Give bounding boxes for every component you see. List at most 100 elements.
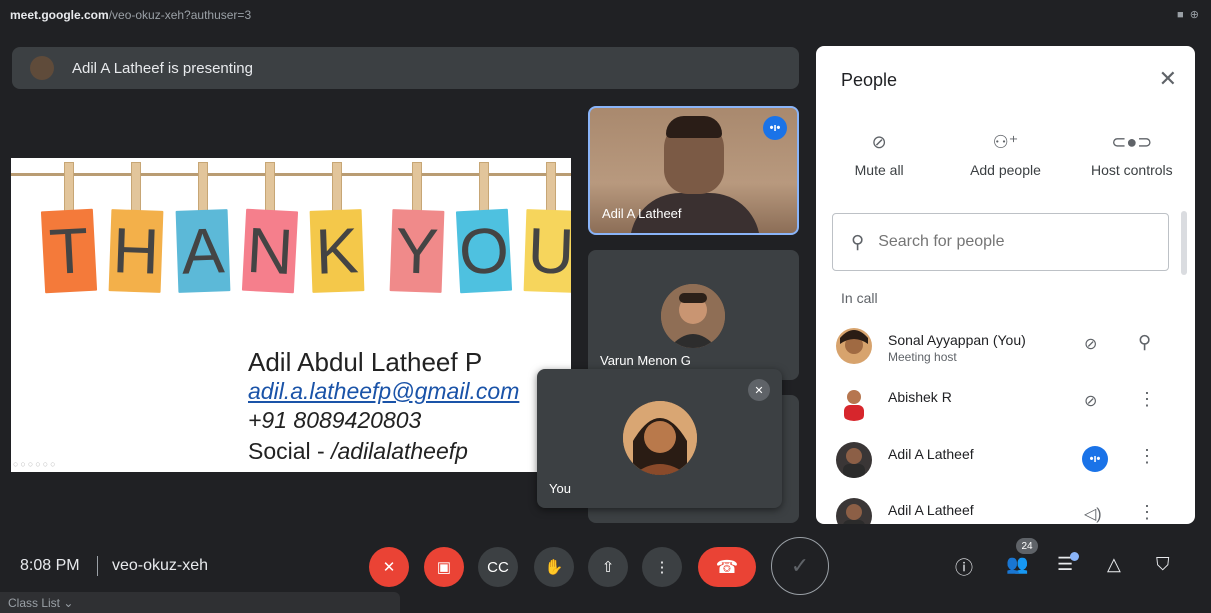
speaking-indicator-icon: •ı•	[763, 116, 787, 140]
leave-call-button[interactable]: ☎	[698, 547, 756, 587]
avatar	[836, 498, 872, 524]
more-options-icon[interactable]: ⋮	[1138, 389, 1156, 410]
people-icon[interactable]: 👥	[1006, 554, 1028, 575]
camera-toggle-button[interactable]: ▣	[424, 547, 464, 587]
close-icon[interactable]: ✕	[1159, 66, 1177, 92]
meeting-code: veo-okuz-xeh	[112, 557, 209, 574]
tile-label: Adil A Latheef	[602, 206, 682, 221]
slide-name: Adil Abdul Latheef P	[248, 347, 483, 377]
action-label: Host controls	[1090, 162, 1173, 178]
action-label: Mute all	[854, 162, 904, 178]
host-controls-icon[interactable]: ⛉	[1156, 554, 1170, 575]
participant-role: Meeting host	[888, 350, 957, 364]
social-prefix: Social -	[248, 438, 332, 464]
more-options-icon[interactable]: ⋮	[1138, 502, 1156, 523]
people-panel: People ✕ ⊘ Mute all ⚇⁺ Add people ⊂●⊃ Host …	[816, 46, 1195, 524]
letter-card: H	[108, 209, 164, 293]
toggle-icon: ⊂●⊃	[1111, 132, 1153, 152]
presenter-avatar	[30, 56, 54, 80]
letter-card: Y	[389, 209, 445, 293]
bottom-taskbar[interactable]: Class List ⌄	[0, 592, 400, 613]
letter-card: O	[455, 208, 513, 294]
people-actions: ⊘ Mute all ⚇⁺ Add people ⊂●⊃ Host controls	[816, 132, 1195, 178]
mute-all-button[interactable]: ⊘ Mute all	[816, 132, 942, 178]
present-screen-button[interactable]: ⇧	[588, 547, 628, 587]
letter-card: U	[523, 209, 571, 293]
tile-label: Varun Menon G	[600, 353, 691, 368]
captions-icon: CC	[487, 558, 509, 576]
mic-off-icon: ⊘	[871, 132, 887, 152]
mic-off-icon: ⊘	[1084, 336, 1098, 353]
participant-row[interactable]: Abishek R ⊘ ⋮	[816, 379, 1195, 429]
participant-row[interactable]: Adil A Latheef •ı• ⋮	[816, 436, 1195, 486]
participant-row[interactable]: Adil A Latheef ◁) ⋮	[816, 492, 1195, 524]
video-tile-adil[interactable]: •ı• Adil A Latheef	[588, 106, 799, 235]
pin-icon[interactable]: ⚲	[1138, 332, 1151, 353]
scrollbar[interactable]	[1181, 211, 1187, 275]
raise-hand-button[interactable]: ✋	[534, 547, 574, 587]
avatar	[623, 401, 697, 475]
more-options-button[interactable]: ⋮	[642, 547, 682, 587]
present-icon: ⇧	[601, 559, 615, 576]
participant-count-badge: 24	[1016, 538, 1038, 554]
avatar	[661, 284, 725, 348]
captions-button[interactable]: CC	[478, 547, 518, 587]
presenting-text: Adil A Latheef is presenting	[72, 59, 253, 77]
clothespin	[332, 162, 342, 212]
slide-phone: +91 8089420803	[248, 407, 422, 433]
add-person-icon: ⚇⁺	[992, 132, 1019, 152]
speaking-indicator-icon: •ı•	[1082, 446, 1108, 472]
add-people-button[interactable]: ⚇⁺ Add people	[942, 132, 1068, 178]
self-view-tile[interactable]: ✕ You	[537, 369, 782, 508]
url-path: /veo-okuz-xeh?authuser=3	[108, 8, 252, 22]
host-controls-button[interactable]: ⊂●⊃ Host controls	[1069, 132, 1195, 178]
letter-card: K	[309, 209, 365, 293]
slide-email: adil.a.latheefp@gmail.com	[248, 378, 520, 404]
camera-off-icon: ▣	[436, 559, 452, 576]
check-icon: ✓	[771, 537, 829, 595]
clothespin	[64, 162, 74, 212]
clothespin	[479, 162, 489, 212]
slide-social: Social - /adilalatheefp	[248, 438, 468, 465]
social-handle: /adilalatheefp	[331, 438, 468, 464]
avatar	[836, 442, 872, 478]
clothespin	[412, 162, 422, 212]
url-domain: meet.google.com	[10, 8, 109, 22]
presenting-banner: Adil A Latheef is presenting	[12, 47, 799, 89]
participant-name: Abishek R	[888, 389, 952, 405]
participant-name: Adil A Latheef	[888, 502, 974, 518]
meeting-time: 8:08 PM	[20, 557, 80, 574]
chat-notification-dot	[1070, 552, 1079, 561]
slide-toolbar-icons: ○○○○○○	[13, 459, 58, 469]
participant-row[interactable]: Sonal Ayyappan (You) Meeting host ⊘ ⚲	[816, 322, 1195, 372]
clothespin	[546, 162, 556, 212]
hand-icon: ✋	[544, 559, 564, 576]
letter-card: T	[40, 208, 98, 294]
address-bar[interactable]: meet.google.com/veo-okuz-xeh?authuser=3 …	[0, 0, 1211, 30]
letter-card: N	[241, 208, 299, 294]
in-call-heading: In call	[841, 290, 878, 306]
volume-off-icon: ◁)	[1084, 506, 1102, 523]
mic-toggle-button[interactable]: ✕	[369, 547, 409, 587]
search-input[interactable]	[876, 232, 1141, 252]
search-icon: ⚲	[851, 231, 865, 252]
meeting-controls-bar: 8:08 PM veo-okuz-xeh ✕ ▣ CC ✋ ⇧ ⋮ ☎ ✓ ⓘ …	[0, 534, 1211, 600]
clothespin	[265, 162, 275, 212]
letter-card: A	[175, 209, 231, 293]
more-options-icon[interactable]: ⋮	[1138, 446, 1156, 467]
camera-indicator-icon[interactable]: ■ ⊕	[1177, 8, 1199, 21]
mic-off-icon: ⊘	[1084, 393, 1098, 410]
avatar	[836, 328, 872, 364]
clothespin	[198, 162, 208, 212]
video-tile-varun[interactable]: Varun Menon G	[588, 250, 799, 380]
search-field[interactable]: ⚲	[832, 213, 1169, 271]
divider	[97, 556, 98, 576]
participant-name: Sonal Ayyappan (You)	[888, 332, 1026, 348]
presentation-slide: THANKYOU Adil Abdul Latheef P adil.a.lat…	[11, 158, 571, 472]
meeting-details-icon[interactable]: ⓘ	[955, 554, 973, 580]
mic-off-icon: ✕	[748, 379, 770, 401]
action-label: Add people	[970, 162, 1041, 178]
activities-icon[interactable]: △	[1107, 554, 1121, 575]
panel-title: People	[841, 70, 898, 90]
tile-figure-hair	[666, 116, 722, 138]
